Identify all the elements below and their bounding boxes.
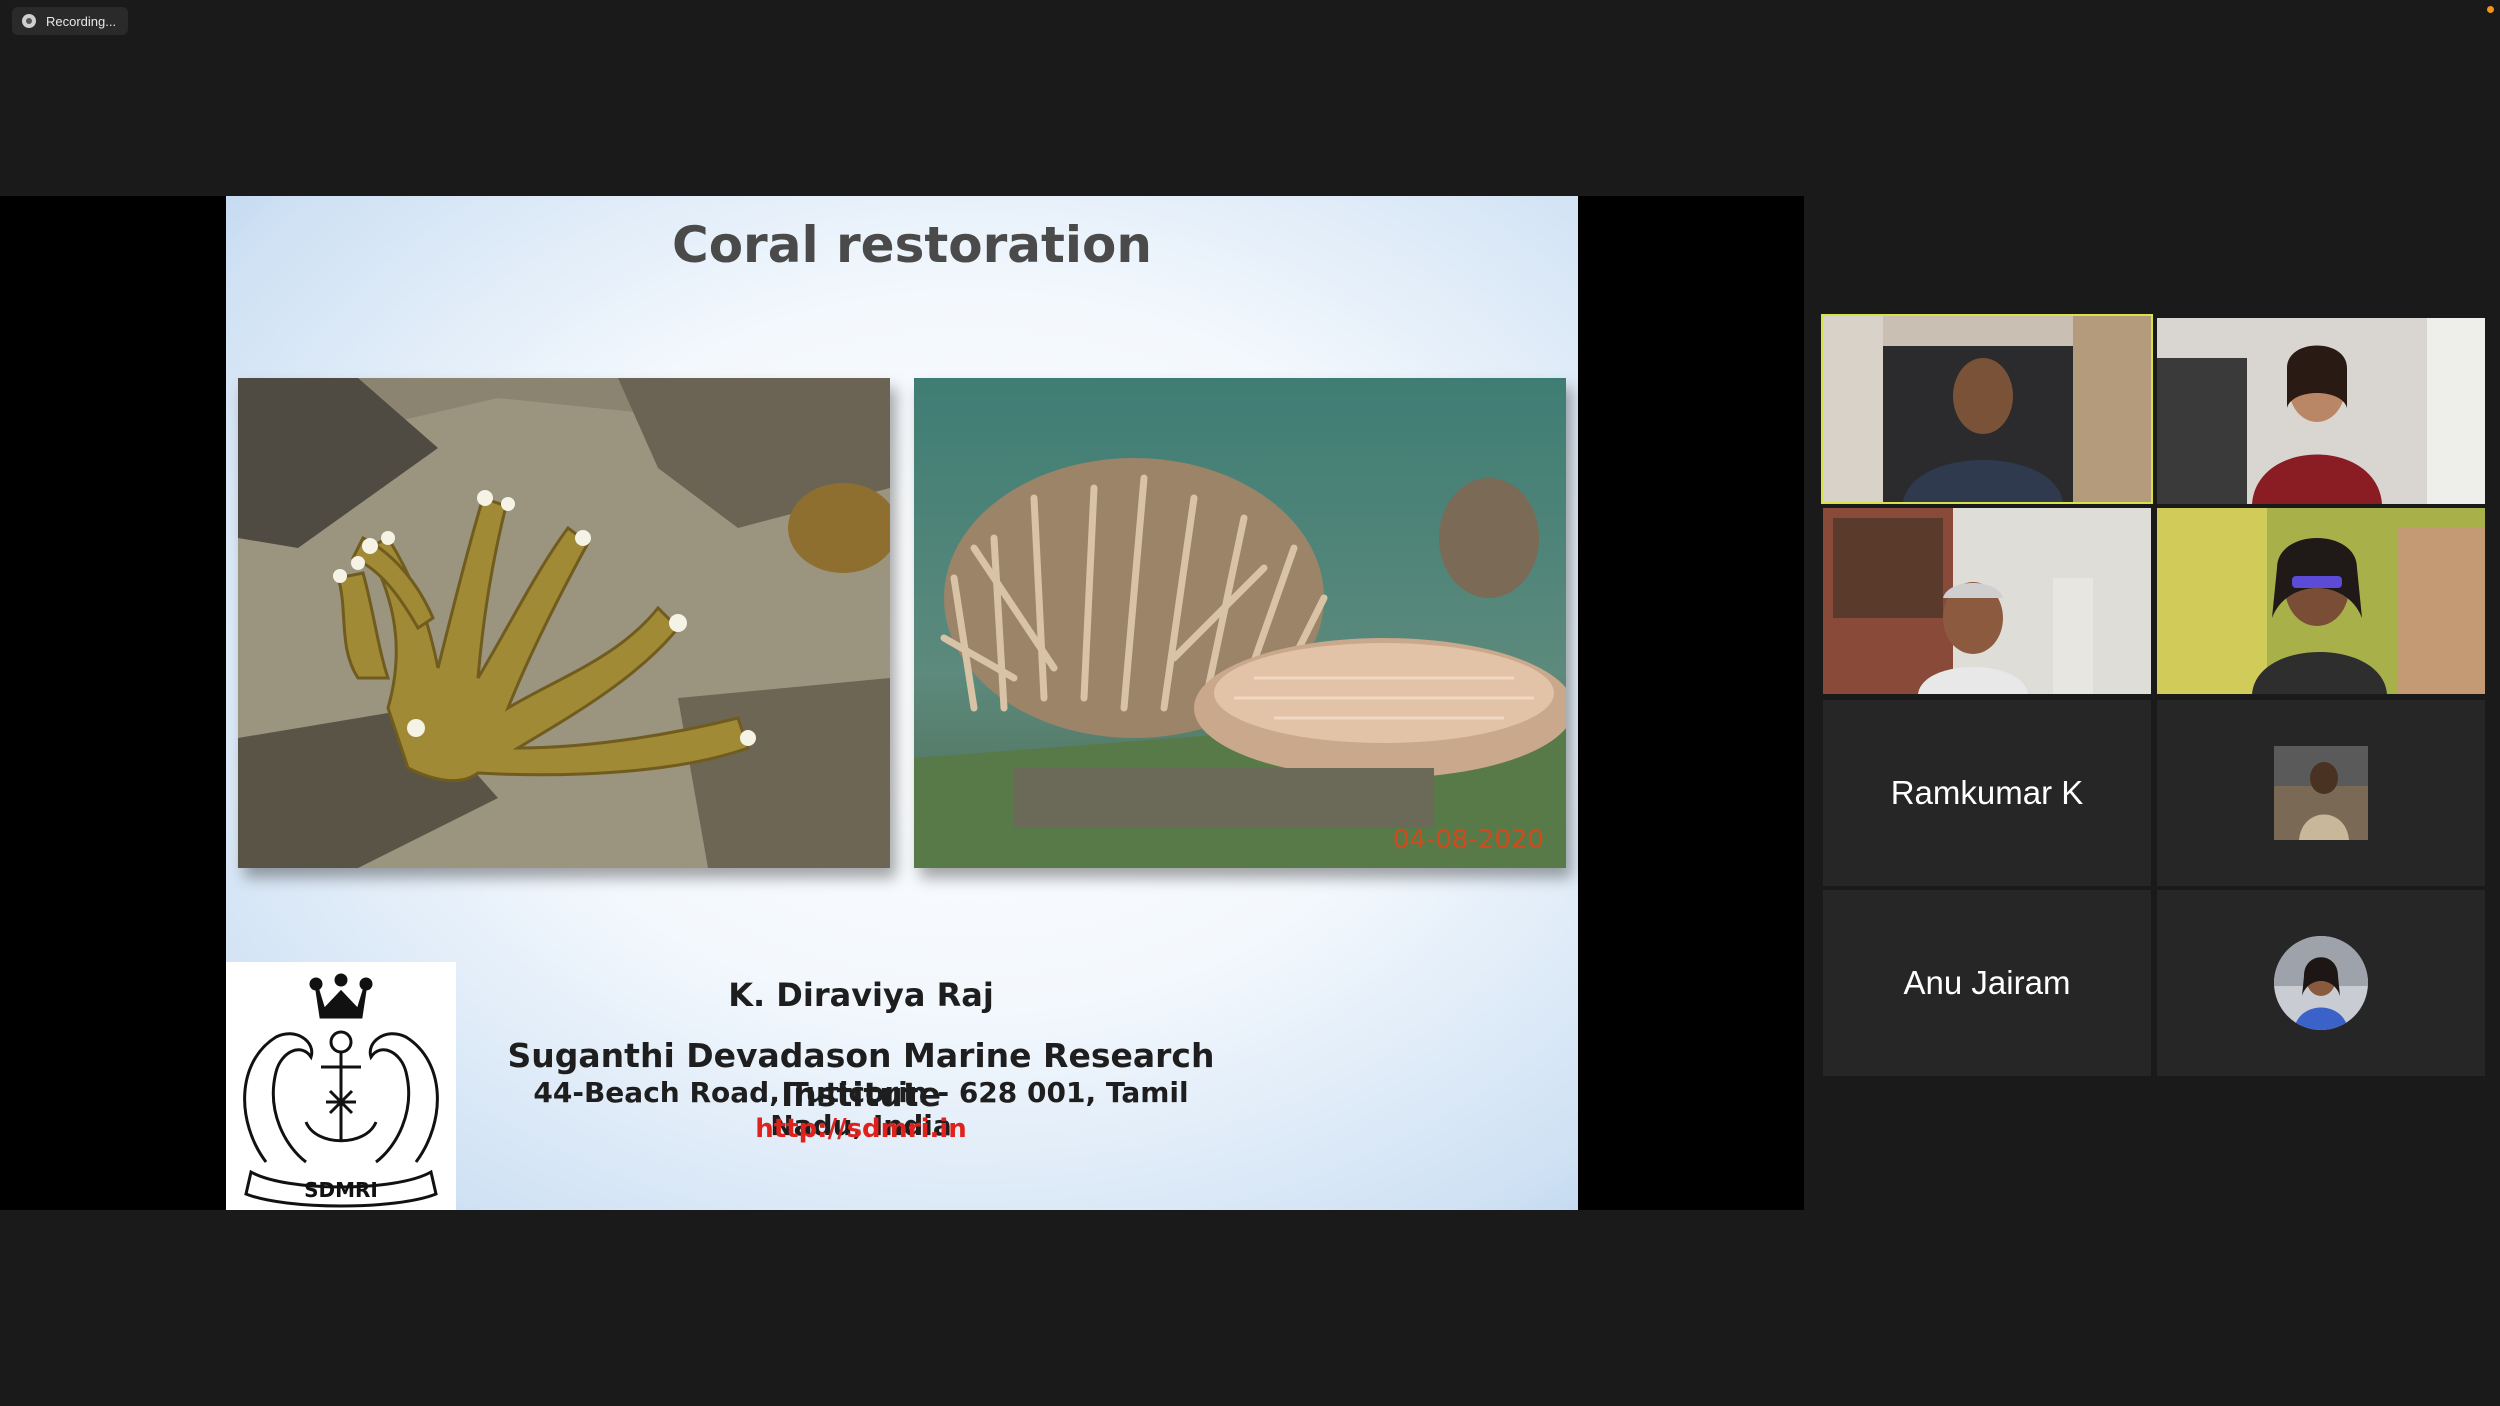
participant-video-tile[interactable]	[2157, 318, 2485, 504]
coral-photo-left	[238, 378, 890, 868]
institute-url[interactable]: http://sdmri.in	[506, 1114, 1216, 1144]
presentation-slide: Coral restoration 04-08-2020 SDMRI K. Di…	[226, 196, 1578, 1210]
screen-share-area: Coral restoration 04-08-2020 SDMRI K. Di…	[0, 196, 1804, 1210]
participant-tile-avatar[interactable]	[2157, 700, 2485, 886]
recording-label: Recording...	[46, 13, 117, 29]
coral-fragment-image	[238, 378, 890, 868]
participant-video-feed	[1823, 316, 2151, 502]
participant-video-feed	[1823, 508, 2151, 694]
sdmri-logo: SDMRI	[226, 962, 456, 1210]
participant-tile-name-only[interactable]: Anu Jairam	[1823, 890, 2151, 1076]
participant-video-tile-active-speaker[interactable]	[1821, 314, 2153, 504]
participant-video-feed	[2157, 318, 2485, 504]
participant-tile-avatar[interactable]	[2157, 890, 2485, 1076]
photo-date-stamp: 04-08-2020	[1393, 825, 1544, 855]
sdmri-emblem: SDMRI	[243, 973, 439, 1208]
notification-dot	[2487, 6, 2494, 13]
recording-indicator[interactable]: Recording...	[12, 7, 129, 35]
record-icon	[22, 14, 36, 28]
participant-avatar	[2274, 936, 2368, 1030]
participant-avatar	[2274, 746, 2368, 840]
coral-photo-right: 04-08-2020	[914, 378, 1566, 868]
participant-tile-name-only[interactable]: Ramkumar K	[1823, 700, 2151, 886]
participant-name: Ramkumar K	[1890, 774, 2084, 811]
participant-video-feed	[2157, 508, 2485, 694]
participant-video-tile[interactable]	[1823, 508, 2151, 694]
coral-reef-image: 04-08-2020	[914, 378, 1566, 868]
logo-text: SDMRI	[304, 1178, 378, 1202]
participant-name: Anu Jairam	[1903, 964, 2071, 1001]
participant-video-tile[interactable]	[2157, 508, 2485, 694]
presenter-name: K. Diraviya Raj	[728, 976, 994, 1014]
slide-title: Coral restoration	[672, 216, 1152, 274]
